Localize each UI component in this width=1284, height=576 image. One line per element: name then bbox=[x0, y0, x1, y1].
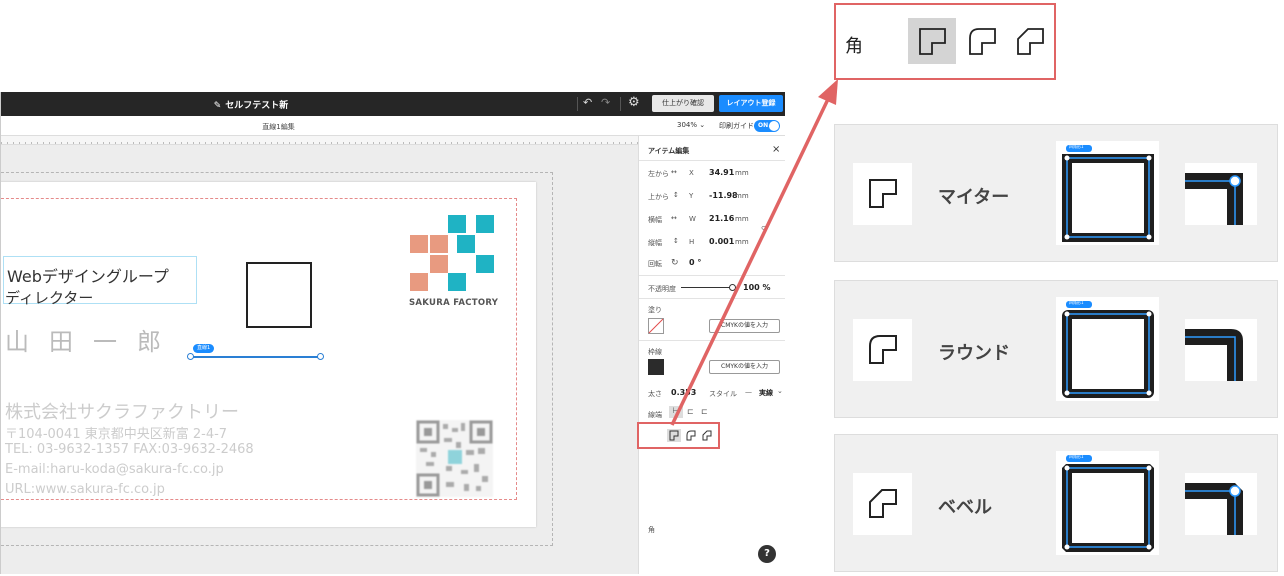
card-company[interactable]: 株式会社サクラファクトリー bbox=[5, 398, 239, 424]
corner-name: マイター bbox=[938, 187, 1010, 208]
corner-round-icon bbox=[853, 319, 912, 381]
logo-cell bbox=[410, 235, 428, 253]
corner-miter-icon[interactable] bbox=[908, 18, 956, 64]
line-tag: 直線1 bbox=[193, 344, 215, 353]
bevel-preview bbox=[1056, 451, 1159, 555]
card-title-line2[interactable]: ディレクター bbox=[5, 287, 93, 308]
document-title[interactable]: ✎ セルフテスト新 bbox=[1, 98, 501, 111]
logo-cell bbox=[476, 215, 494, 233]
card-url[interactable]: URL:www.sakura-fc.co.jp bbox=[5, 482, 165, 497]
bevel-zoom bbox=[1185, 473, 1257, 535]
card-address[interactable]: 〒104-0041 東京都中央区新富 2-4-7 bbox=[5, 423, 227, 442]
qr-code bbox=[416, 420, 493, 497]
logo-cell bbox=[448, 273, 466, 291]
gear-icon[interactable]: ⚙ bbox=[628, 95, 640, 110]
card-name[interactable]: 山田一郎 bbox=[5, 322, 181, 357]
corner-round-icon[interactable] bbox=[958, 18, 1006, 64]
corner-row-bevel: ベベル 四角形1 bbox=[834, 434, 1278, 572]
corner-row-miter: マイター 四角形1 bbox=[834, 124, 1278, 262]
corner-bevel-icon bbox=[853, 473, 912, 535]
shape-tag: 四角形1 bbox=[1069, 454, 1084, 459]
miter-zoom bbox=[1185, 163, 1257, 225]
shape-tag: 四角形1 bbox=[1069, 144, 1084, 149]
line-handle-start[interactable] bbox=[187, 353, 194, 360]
logo-cell bbox=[457, 235, 475, 253]
selected-line[interactable] bbox=[191, 356, 321, 358]
logo-cell bbox=[476, 255, 494, 273]
logo-cell bbox=[410, 273, 428, 291]
square-shape[interactable] bbox=[246, 262, 312, 328]
round-preview bbox=[1056, 297, 1159, 401]
redo-icon[interactable]: ↷ bbox=[601, 96, 610, 109]
edit-mode-label: 直線1編集 bbox=[262, 123, 295, 131]
card-title-line1[interactable]: Webデザイングループ bbox=[7, 263, 169, 287]
logo-cell bbox=[430, 255, 448, 273]
corner-name: ベベル bbox=[938, 497, 992, 518]
corner-label: 角 bbox=[648, 526, 655, 534]
pencil-icon: ✎ bbox=[213, 101, 222, 111]
card-mail[interactable]: E-mail:haru-koda@sakura-fc.co.jp bbox=[5, 462, 224, 477]
corner-name: ラウンド bbox=[938, 343, 1010, 364]
corner-row-round: ラウンド 四角形1 bbox=[834, 280, 1278, 418]
miter-preview bbox=[1056, 141, 1159, 245]
callout-arrow bbox=[670, 79, 838, 426]
shape-tag: 四角形1 bbox=[1069, 300, 1084, 305]
corner-bevel-icon[interactable] bbox=[1006, 18, 1054, 64]
line-handle-end[interactable] bbox=[317, 353, 324, 360]
horizontal-ruler bbox=[1, 136, 638, 145]
help-button[interactable]: ? bbox=[758, 545, 776, 563]
card-tel[interactable]: TEL: 03-9632-1357 FAX:03-9632-2468 bbox=[5, 442, 254, 457]
corner-miter-icon bbox=[853, 163, 912, 225]
logo-cell bbox=[430, 235, 448, 253]
toolbar-divider bbox=[577, 97, 578, 111]
logo-text: SAKURA FACTORY bbox=[409, 298, 499, 308]
logo-cell bbox=[448, 215, 466, 233]
round-zoom bbox=[1185, 319, 1257, 381]
toolbar-divider bbox=[620, 97, 621, 111]
undo-icon[interactable]: ↶ bbox=[583, 96, 592, 109]
corner-label-large: 角 bbox=[845, 36, 863, 57]
